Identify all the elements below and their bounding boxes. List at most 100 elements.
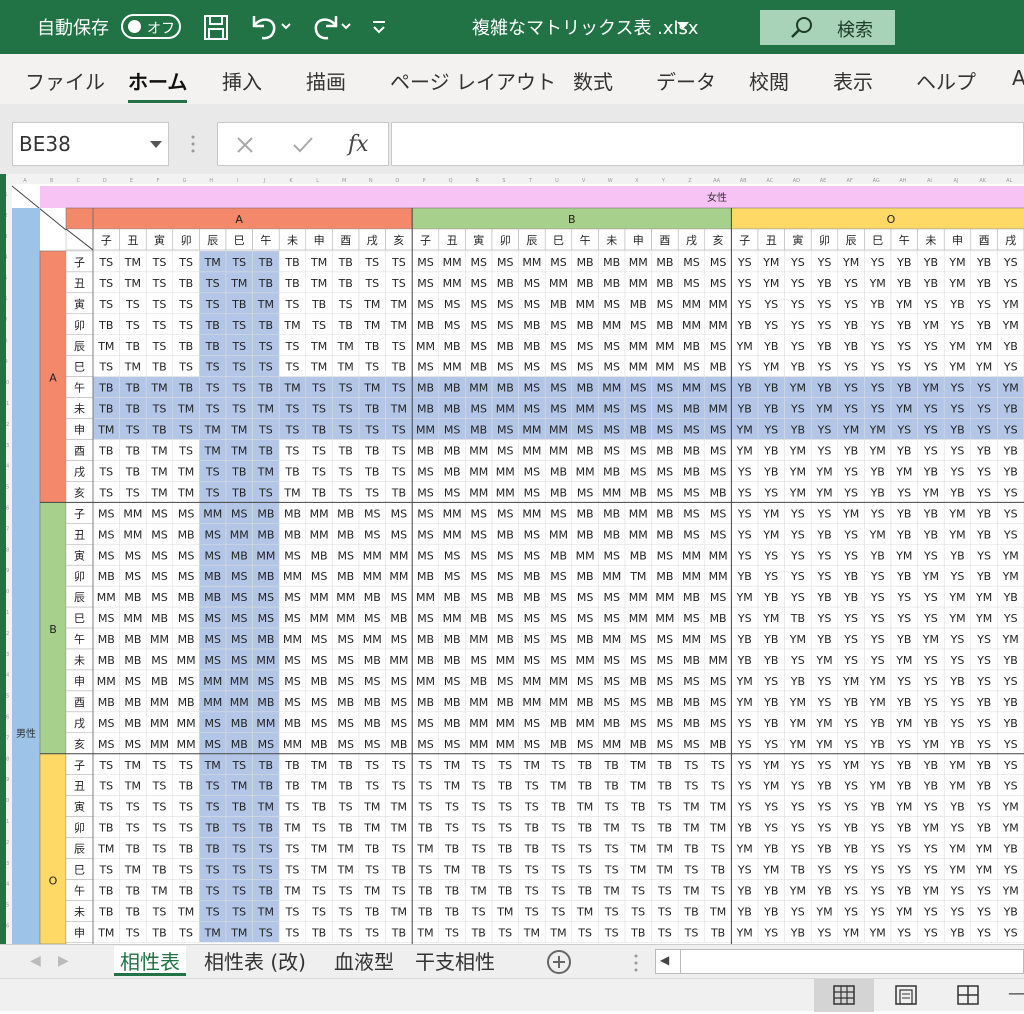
matrix-cell-value: TS [471,905,486,918]
grip-icon[interactable] [190,134,196,154]
matrix-cell-value: MS [178,507,194,520]
matrix-cell-value: TB [497,843,512,856]
tab-splitter-icon[interactable] [633,953,639,973]
matrix-cell-value: YS [870,340,885,353]
enter-icon[interactable] [292,136,314,154]
matrix-cell-value: TS [577,864,592,877]
prev-sheet-icon[interactable]: ◀ [30,953,41,969]
matrix-cell-value: TS [657,926,672,939]
matrix-cell-value: YS [976,654,991,667]
undo-icon[interactable] [248,12,292,42]
sheet-tab-2[interactable]: 相性表 (改) [198,946,312,975]
column-letter: AH [899,178,906,184]
name-box[interactable]: BE38 [12,122,169,166]
matrix-cell-value: TB [577,822,592,835]
insert-function-icon[interactable]: fx [348,132,369,157]
matrix-cell-value: MS [710,340,726,353]
matrix-cell-value: YM [922,822,939,835]
matrix-cell-value: YS [976,465,991,478]
matrix-cell-value: YS [737,486,752,499]
matrix-cell-value: YB [790,361,805,374]
matrix-cell-value: TS [418,864,433,877]
matrix-cell-value: YB [763,696,778,709]
matrix-cell-value: YS [843,717,858,730]
tab-draw[interactable]: 描画 [306,66,346,95]
matrix-cell-value: MM [469,382,488,395]
matrix-cell-value: TS [98,277,113,290]
tab-insert[interactable]: 挿入 [222,66,262,95]
matrix-cell-value: YM [789,633,806,646]
matrix-cell-value: TB [364,340,379,353]
horizontal-scrollbar[interactable]: ◀ [655,949,1024,974]
zoom-out-icon[interactable]: — [1008,983,1024,1004]
matrix-cell-value: YS [763,675,778,688]
matrix-cell-value: TB [391,864,406,877]
autosave-toggle[interactable]: オフ [121,14,181,39]
matrix-cell-value: YS [1003,361,1018,374]
page-layout-view-button[interactable] [876,979,936,1012]
column-header-strip [0,174,1024,184]
matrix-cell-value: TM [310,340,327,353]
search-box[interactable]: 検索 [760,10,895,45]
matrix-cell-value: YB [737,570,752,583]
tab-page-layout[interactable]: ページ レイアウト [390,66,556,95]
tab-formulas[interactable]: 数式 [573,66,613,95]
sheet-tab-4[interactable]: 干支相性 [409,946,501,975]
customize-qat-icon[interactable] [370,17,388,37]
matrix-cell-value: YS [737,864,752,877]
matrix-cell-value: YS [790,905,805,918]
page-break-view-button[interactable] [938,979,998,1012]
tab-home[interactable]: ホーム [128,66,188,103]
normal-view-button[interactable] [814,979,874,1012]
cancel-icon[interactable] [236,136,254,154]
matrix-cell-value: TS [98,298,113,311]
tab-help[interactable]: ヘルプ [916,66,976,95]
spreadsheet-grid[interactable]: A B C D E F G H I J K L M N O P Q R S T U V W X Y Z AA AB AC AD AE AF AG… [0,174,1024,944]
formula-input[interactable] [391,122,1024,166]
tab-review[interactable]: 校閲 [749,66,789,95]
matrix-cell-value: MS [417,486,433,499]
matrix-cell-value: YB [816,780,831,793]
matrix-cell-value: MB [124,633,141,646]
matrix-cell-value: MS [258,591,274,604]
save-icon[interactable] [203,14,229,41]
add-sheet-icon[interactable] [546,949,572,975]
matrix-cell-value: MS [470,319,486,332]
sheet-tab-3[interactable]: 血液型 [328,946,400,975]
matrix-cell-value: MM [682,570,701,583]
matrix-cell-value: TS [285,926,300,939]
male-zodiac-label: 申 [74,424,85,437]
matrix-cell-value: MB [656,528,673,541]
name-box-dropdown-icon[interactable] [150,141,162,149]
matrix-cell-value: YM [789,717,806,730]
matrix-cell-value: YS [870,633,885,646]
matrix-cell-value: YS [950,403,965,416]
male-zodiac-label: 巳 [74,361,85,374]
tab-more[interactable]: A [1012,66,1024,90]
redo-icon[interactable] [308,12,352,42]
tab-view[interactable]: 表示 [833,66,873,95]
matrix-cell-value: YB [1003,465,1018,478]
matrix-cell-value: TS [178,424,193,437]
matrix-cell-value: MS [577,591,593,604]
file-title[interactable]: 複雑なマトリックス表 .xlsx [472,14,699,40]
tab-data[interactable]: データ [656,66,716,95]
matrix-cell-value: YS [896,926,911,939]
matrix-cell-value: YS [817,298,832,311]
matrix-cell-value: YS [870,256,885,269]
tab-file[interactable]: ファイル [25,66,105,95]
matrix-cell-value: YM [736,696,753,709]
scroll-left-icon[interactable]: ◀ [660,953,669,967]
matrix-cell-value: YB [1003,905,1018,918]
matrix-cell-value: MM [602,319,621,332]
chevron-down-icon[interactable] [676,21,690,31]
page-break-icon [957,985,979,1005]
matrix-cell-value: TB [338,256,353,269]
matrix-cell-value: YS [976,298,991,311]
matrix-cell-value: MS [470,403,486,416]
sheet-tab-1[interactable]: 相性表 [114,946,186,976]
matrix-cell-value: TB [98,403,113,416]
matrix-cell-value: YM [895,549,912,562]
matrix-cell-value: MM [389,570,408,583]
next-sheet-icon[interactable]: ▶ [58,953,69,969]
